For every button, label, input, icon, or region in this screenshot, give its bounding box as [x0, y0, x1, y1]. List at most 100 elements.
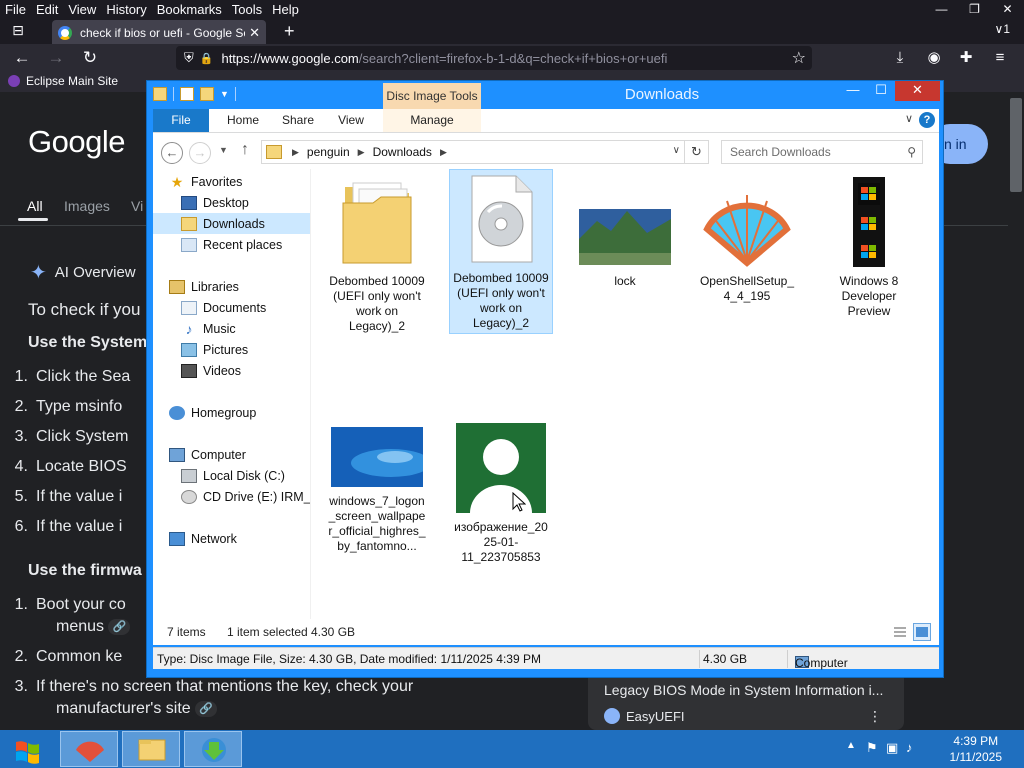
tab-images[interactable]: Images — [64, 198, 110, 214]
breadcrumb-separator-icon[interactable]: ▶ — [358, 147, 365, 158]
nav-network[interactable]: Network — [153, 528, 310, 549]
tracking-shield-icon[interactable]: ⛨ — [184, 50, 194, 66]
tab-google-search[interactable]: check if bios or uefi - Google Se ✕ — [52, 20, 266, 46]
close-window-button[interactable]: ✕ — [991, 0, 1024, 18]
list-all-tabs-icon[interactable]: ⊟ — [10, 22, 26, 38]
minimize-button[interactable]: — — [925, 0, 958, 18]
menu-help[interactable]: Help — [267, 2, 304, 17]
ribbon-tab-file[interactable]: File — [153, 109, 209, 132]
new-folder-icon[interactable] — [200, 87, 214, 101]
file-item-avatar-image[interactable]: изображение_2025-01-11_223705853 — [449, 419, 553, 567]
source-card[interactable]: Legacy BIOS Mode in System Information i… — [588, 678, 904, 730]
google-logo[interactable]: Google — [28, 124, 125, 160]
tab-videos[interactable]: Vi — [131, 198, 143, 214]
lock-icon[interactable]: 🔒 — [200, 52, 214, 65]
network-status-icon[interactable]: ▣ — [886, 740, 898, 756]
ribbon-tab-share[interactable]: Share — [271, 109, 325, 132]
breadcrumb-separator-icon[interactable]: ▶ — [292, 147, 299, 158]
scrollbar-thumb[interactable] — [1010, 98, 1022, 192]
nav-homegroup[interactable]: Homegroup — [153, 402, 310, 423]
up-arrow-icon[interactable]: ↑ — [241, 141, 249, 159]
large-icons-view-icon[interactable] — [913, 623, 931, 641]
recent-locations-icon[interactable]: ▼ — [219, 145, 228, 155]
explorer-forward-button[interactable]: → — [189, 142, 211, 164]
volume-icon[interactable]: ♪ — [906, 740, 913, 755]
qat-dropdown-icon[interactable]: ▼ — [220, 89, 229, 99]
explorer-back-button[interactable]: ← — [161, 142, 183, 164]
downloads-icon[interactable]: ⤓ — [890, 48, 910, 68]
file-item-win7-wallpaper[interactable]: windows_7_logon_screen_wallpaper_officia… — [325, 423, 431, 556]
breadcrumb-downloads[interactable]: Downloads — [373, 145, 432, 159]
taskbar-app-internet-download-manager[interactable] — [184, 731, 242, 767]
nav-favorites[interactable]: ★ Favorites — [153, 171, 310, 192]
action-center-flag-icon[interactable]: ⚑ — [866, 740, 878, 756]
file-item-windows8-video[interactable]: Windows 8 Developer Preview — [817, 173, 921, 321]
menu-history[interactable]: History — [101, 2, 151, 17]
menu-file[interactable]: File — [0, 2, 31, 17]
restore-button[interactable]: ❐ — [958, 0, 991, 18]
menu-view[interactable]: View — [63, 2, 101, 17]
nav-downloads[interactable]: Downloads — [153, 213, 310, 234]
file-item-openshell[interactable]: OpenShellSetup_4_4_195 — [695, 173, 799, 306]
breadcrumb-separator-icon[interactable]: ▶ — [440, 147, 447, 158]
url-text[interactable]: https://www.google.com/search?client=fir… — [221, 51, 701, 66]
page-scrollbar[interactable] — [1008, 92, 1024, 730]
file-item-disc-image[interactable]: Debombed 10009 (UEFI only won't work on … — [449, 169, 553, 334]
taskbar-app-openshell[interactable] — [60, 731, 118, 767]
tabs-overflow-chevron[interactable]: ∨1 — [995, 22, 1010, 36]
help-icon[interactable]: ? — [919, 112, 935, 128]
taskbar-app-file-explorer[interactable] — [122, 731, 180, 767]
tab-all[interactable]: All — [27, 198, 43, 214]
more-options-icon[interactable]: ⋮ — [868, 708, 882, 725]
explorer-maximize-button[interactable]: ☐ — [867, 81, 895, 101]
nav-videos[interactable]: Videos — [153, 360, 310, 381]
nav-computer[interactable]: Computer — [153, 444, 310, 465]
url-bar[interactable]: ⛨ 🔒 https://www.google.com/search?client… — [176, 46, 812, 70]
explorer-close-button[interactable]: ✕ — [895, 81, 940, 101]
explorer-app-icon[interactable] — [153, 87, 167, 101]
menu-bookmarks[interactable]: Bookmarks — [152, 2, 227, 17]
bookmark-eclipse[interactable]: Eclipse Main Site — [8, 74, 118, 88]
properties-icon[interactable] — [180, 87, 194, 101]
explorer-titlebar[interactable]: ▼ Disc Image Tools Downloads — ☐ ✕ — [147, 81, 943, 111]
nav-recent-places[interactable]: Recent places — [153, 234, 310, 255]
ribbon-tab-view[interactable]: View — [325, 109, 377, 132]
details-view-icon[interactable] — [891, 623, 909, 641]
address-dropdown-icon[interactable]: ∨ — [673, 145, 680, 156]
back-arrow-icon[interactable]: ← — [12, 48, 32, 68]
ribbon-tab-home[interactable]: Home — [215, 109, 271, 132]
explorer-minimize-button[interactable]: — — [839, 81, 867, 101]
file-item-lock[interactable]: lock — [573, 173, 677, 291]
nav-pictures[interactable]: Pictures — [153, 339, 310, 360]
link-chip-icon[interactable]: 🔗 — [195, 700, 218, 717]
taskbar-clock[interactable]: 4:39 PM 1/11/2025 — [950, 733, 1003, 765]
nav-documents[interactable]: Documents — [153, 297, 310, 318]
bookmark-star-icon[interactable]: ☆ — [792, 48, 806, 68]
ribbon-tab-manage[interactable]: Manage — [383, 109, 481, 132]
link-chip-icon[interactable]: 🔗 — [108, 618, 131, 635]
nav-music[interactable]: ♪ Music — [153, 318, 310, 339]
refresh-icon[interactable]: ↻ — [685, 140, 709, 164]
extensions-icon[interactable]: ✚ — [956, 48, 976, 68]
account-icon[interactable]: ◉ — [924, 48, 944, 68]
hamburger-menu-icon[interactable]: ≡ — [990, 48, 1010, 68]
tray-overflow-icon[interactable]: ▲ — [846, 740, 856, 751]
file-item-folder[interactable]: Debombed 10009 (UEFI only won't work on … — [325, 173, 429, 336]
search-downloads-input[interactable]: Search Downloads ⚲ — [721, 140, 923, 164]
new-tab-button[interactable]: + — [284, 21, 295, 42]
source-card-title[interactable]: Legacy BIOS Mode in System Information i… — [604, 682, 883, 698]
nav-cd-drive[interactable]: CD Drive (E:) IRM_CE — [153, 486, 310, 507]
forward-arrow-icon[interactable]: → — [46, 48, 66, 68]
nav-local-disk[interactable]: Local Disk (C:) — [153, 465, 310, 486]
address-bar[interactable]: ▶ penguin ▶ Downloads ▶ ∨ — [261, 140, 685, 164]
reload-icon[interactable]: ↻ — [80, 48, 100, 68]
menu-tools[interactable]: Tools — [227, 2, 267, 17]
breadcrumb-penguin[interactable]: penguin — [307, 145, 350, 159]
ribbon-expand-chevron-icon[interactable]: ∨ — [905, 112, 913, 125]
start-button[interactable] — [8, 734, 48, 766]
close-tab-icon[interactable]: ✕ — [249, 25, 260, 41]
status-bar: 7 items 1 item selected 4.30 GB — [153, 619, 939, 645]
menu-edit[interactable]: Edit — [31, 2, 63, 17]
nav-libraries[interactable]: Libraries — [153, 276, 310, 297]
nav-desktop[interactable]: Desktop — [153, 192, 310, 213]
